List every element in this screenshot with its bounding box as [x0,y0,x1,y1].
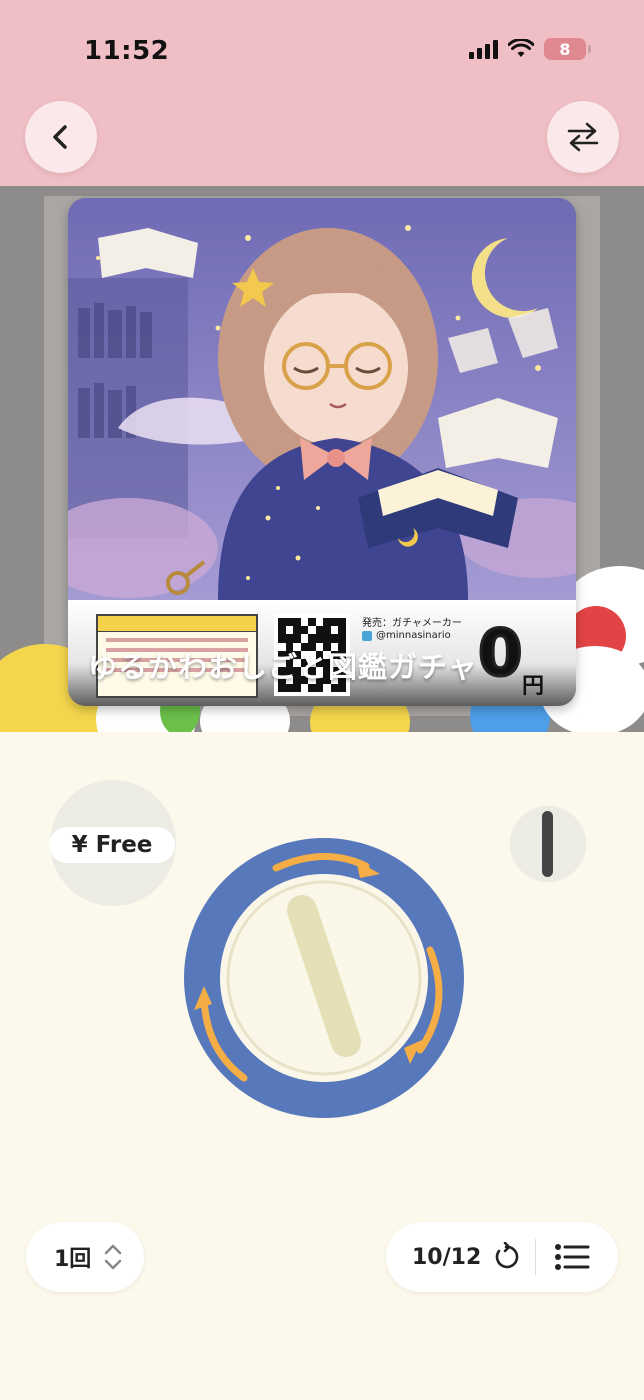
twitter-handle: @minnasinario [362,630,451,641]
gacha-dial[interactable] [184,838,464,1118]
publisher-label: 発売：ガチャメーカー [362,618,462,629]
pull-count-selector[interactable]: 1回 [26,1222,144,1292]
notice-line [106,638,248,642]
gacha-title: ゆるかわおしごと図鑑ガチャ [88,650,478,684]
divider [535,1239,537,1275]
notice-header [98,616,256,632]
refresh-icon[interactable] [491,1242,521,1272]
lever-handle[interactable] [542,811,553,877]
price-unit: 円 [522,674,545,699]
top-bar: 11:52 8 [0,0,644,186]
stock-count: 10/12 [412,1244,482,1270]
swap-button[interactable] [547,101,619,173]
price-value: 0 [477,617,525,691]
battery-icon: 8 [544,38,591,60]
price-chip: ¥ Free [49,827,175,863]
wifi-icon [508,39,534,57]
twitter-icon [362,630,372,641]
gacha-illustration [68,198,576,600]
battery-level: 8 [559,39,571,59]
swap-arrows-icon [567,122,599,152]
status-time: 11:52 [84,36,170,66]
chevron-up-down-icon [105,1244,122,1270]
list-icon[interactable] [554,1243,590,1271]
chevron-left-icon [53,125,67,149]
twitter-handle-text: @minnasinario [376,630,451,641]
status-icons: 8 [469,38,591,60]
pull-count-text: 1回 [54,1247,92,1272]
back-button[interactable] [25,101,97,173]
cellular-signal-icon [469,39,498,59]
stock-controls: 10/12 [386,1222,618,1292]
